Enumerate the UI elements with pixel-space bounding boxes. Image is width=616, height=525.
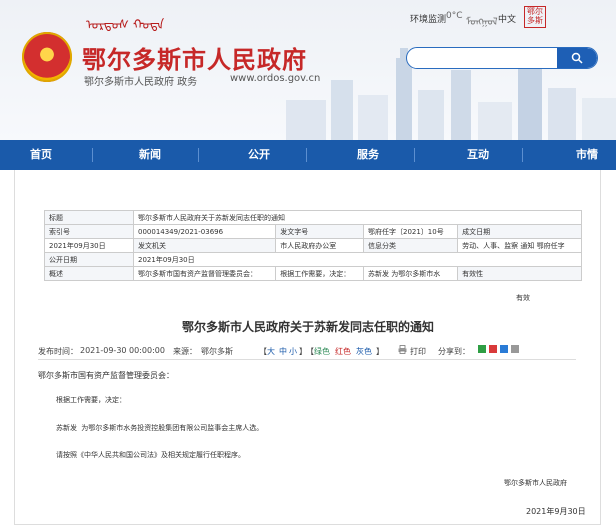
article-title: 鄂尔多斯市人民政府关于苏新发同志任职的通知: [181, 320, 434, 334]
share-label: 分享到：: [438, 347, 470, 356]
source-label: 来源：: [173, 347, 197, 356]
paragraph-2: 苏新发 为鄂尔多斯市水务投资控股集团有限公司监事会主席人选。: [56, 424, 264, 432]
meta-issuer-label: 发文机关: [132, 238, 277, 253]
search-icon: [571, 52, 583, 64]
wechat-share-icon[interactable]: [478, 345, 486, 353]
site-title[interactable]: 鄂尔多斯市人民政府: [82, 40, 307, 75]
weather-readout: 0°C: [446, 11, 463, 21]
meta-index-label: 索引号: [44, 224, 134, 239]
print-button[interactable]: 打印: [410, 346, 426, 357]
paragraph-1: 根据工作需要，决定：: [56, 396, 126, 404]
city-seal-logo: 鄂尔 多斯: [524, 6, 546, 28]
meta-summary-value-3: 苏新发 为鄂尔多斯市水: [362, 266, 459, 281]
color-close-bracket: 】: [376, 347, 384, 356]
meta-doc-number-value: 鄂府任字〔2021〕10号: [362, 224, 459, 239]
site-subtitle: 鄂尔多斯市人民政府 政务: [84, 77, 198, 88]
font-small-button[interactable]: 小: [289, 346, 297, 357]
qzone-share-icon[interactable]: [500, 345, 508, 353]
source: 鄂尔多斯: [201, 347, 233, 356]
nav-divider: [414, 148, 415, 162]
meta-doc-number-label: 发文字号: [275, 224, 364, 239]
font-medium-button[interactable]: 中: [279, 346, 287, 357]
meta-issuer-value: 市人民政府办公室: [275, 238, 364, 253]
nav-news[interactable]: 新闻: [139, 140, 161, 170]
search-button[interactable]: [557, 48, 597, 68]
weibo-share-icon[interactable]: [489, 345, 497, 353]
publish-time-label: 发布时间：: [38, 347, 78, 356]
meta-publish-label: 公开日期: [44, 252, 134, 267]
nav-services[interactable]: 服务: [357, 140, 379, 170]
nav-divider: [522, 148, 523, 162]
nav-divider: [306, 148, 307, 162]
nav-public[interactable]: 公开: [248, 140, 270, 170]
nav-home[interactable]: 首页: [30, 140, 52, 170]
search-input[interactable]: [415, 50, 559, 68]
meta-validity-value: 有效: [516, 294, 530, 302]
color-red-button[interactable]: 红色: [335, 346, 351, 357]
meta-date-value: 2021年09月30日: [44, 238, 134, 253]
meta-title-label: 标题: [44, 210, 134, 225]
mongolian-title: ᠣᠷᠳᠣᠰ ᠬᠣᠲᠠ: [86, 18, 165, 33]
recipient: 鄂尔多斯市国有资产监督管理委员会：: [38, 371, 174, 380]
publish-time: 2021-09-30 00:00:00: [80, 346, 165, 355]
nav-city-info[interactable]: 市情: [576, 140, 598, 170]
environment-monitor-link[interactable]: 环境监测: [410, 12, 446, 25]
meta-summary-label: 概述: [44, 266, 134, 281]
signature: 鄂尔多斯市人民政府: [504, 479, 567, 487]
meta-category-label: 信息分类: [362, 238, 459, 253]
meta-title-value: 鄂尔多斯市人民政府关于苏新发同志任职的通知: [133, 210, 582, 225]
meta-date-label: 成文日期: [457, 224, 582, 239]
meta-category-value: 劳动、人事、监察 通知 鄂府任字: [457, 238, 582, 253]
meta-summary-value: 鄂尔多斯市国有资产监督管理委员会：: [132, 266, 277, 281]
sign-date: 2021年9月30日: [526, 507, 586, 516]
search-box: [406, 47, 598, 69]
printer-icon[interactable]: [398, 345, 407, 354]
font-large-button[interactable]: 大: [267, 346, 275, 357]
more-share-icon[interactable]: [511, 345, 519, 353]
chinese-language-link[interactable]: 中文: [498, 12, 516, 25]
main-navigation: 首页 新闻 公开 服务 互动 市情: [0, 140, 616, 170]
site-header: ᠣᠷᠳᠣᠰ ᠬᠣᠲᠠ 鄂尔多斯市人民政府 鄂尔多斯市人民政府 政务 www.or…: [0, 0, 616, 140]
color-open-bracket: 【: [306, 347, 314, 356]
article-info-bar: 发布时间： 2021-09-30 00:00:00 来源： 鄂尔多斯 【 大 中…: [38, 345, 576, 360]
meta-publish-value: 2021年09月30日: [133, 252, 582, 267]
font-size-open-bracket: 【: [259, 347, 267, 356]
meta-validity-label: 有效性: [457, 266, 582, 281]
nav-divider: [198, 148, 199, 162]
document-metadata-table: 标题 鄂尔多斯市人民政府关于苏新发同志任职的通知 索引号 000014349/2…: [44, 210, 582, 281]
color-gray-button[interactable]: 灰色: [356, 346, 372, 357]
national-emblem-icon: [22, 32, 72, 82]
nav-interaction[interactable]: 互动: [467, 140, 489, 170]
nav-divider: [92, 148, 93, 162]
color-green-button[interactable]: 绿色: [314, 346, 330, 357]
meta-index-value: 000014349/2021-03696: [132, 224, 277, 239]
meta-summary-value-2: 根据工作需要，决定：: [275, 266, 364, 281]
paragraph-3: 请按照《中华人民共和国公司法》及相关规定履行任职程序。: [56, 451, 245, 459]
mongolian-language-link[interactable]: ᠮᠣᠩᠭᠣᠯ: [466, 10, 498, 28]
